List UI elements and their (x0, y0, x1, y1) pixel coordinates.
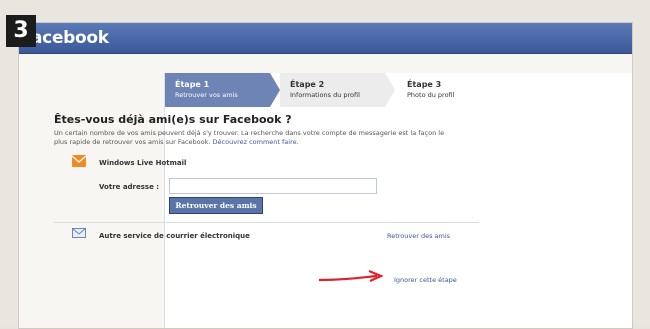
step-title: Étape 3 (407, 80, 442, 89)
step-subtitle: Photo du profil (407, 91, 455, 99)
step-title: Étape 2 (290, 80, 325, 89)
envelope-icon (72, 228, 86, 238)
facebook-screenshot: acebook Étape 1 Retrouver vos amis Étape… (18, 22, 633, 329)
red-arrow-icon (318, 269, 384, 283)
facebook-logo[interactable]: acebook (31, 28, 109, 48)
wizard-step-1[interactable]: Étape 1 Retrouver vos amis (165, 73, 270, 107)
address-input[interactable] (169, 178, 377, 194)
address-label: Votre adresse : (99, 183, 160, 191)
find-friends-description: Un certain nombre de vos amis peuvent dé… (54, 129, 454, 147)
wizard-steps: Étape 1 Retrouver vos amis Étape 2 Infor… (165, 73, 465, 107)
find-friends-button[interactable]: Retrouver des amis (169, 197, 263, 214)
find-friends-heading: Êtes-vous déjà ami(e)s sur Facebook ? (54, 113, 292, 126)
step-number-badge: 3 (6, 15, 36, 47)
other-service-find-link[interactable]: Retrouver des amis (387, 232, 450, 240)
divider (54, 222, 479, 223)
step-title: Étape 1 (175, 80, 210, 89)
hotmail-label: Windows Live Hotmail (99, 159, 187, 167)
learn-more-link[interactable]: Découvrez comment faire. (213, 138, 299, 146)
step-arrow (385, 73, 395, 107)
facebook-header: acebook (19, 23, 632, 54)
step-subtitle: Informations du profil (290, 91, 360, 99)
step-arrow (270, 73, 280, 107)
wizard-step-3[interactable]: Étape 3 Photo du profil (397, 73, 477, 107)
other-service-label: Autre service de courrier électronique (99, 232, 250, 240)
skip-step-link[interactable]: Ignorer cette étape (394, 276, 457, 284)
hotmail-icon (72, 155, 86, 167)
step-subtitle: Retrouver vos amis (175, 91, 238, 99)
wizard-step-2[interactable]: Étape 2 Informations du profil (280, 73, 385, 107)
